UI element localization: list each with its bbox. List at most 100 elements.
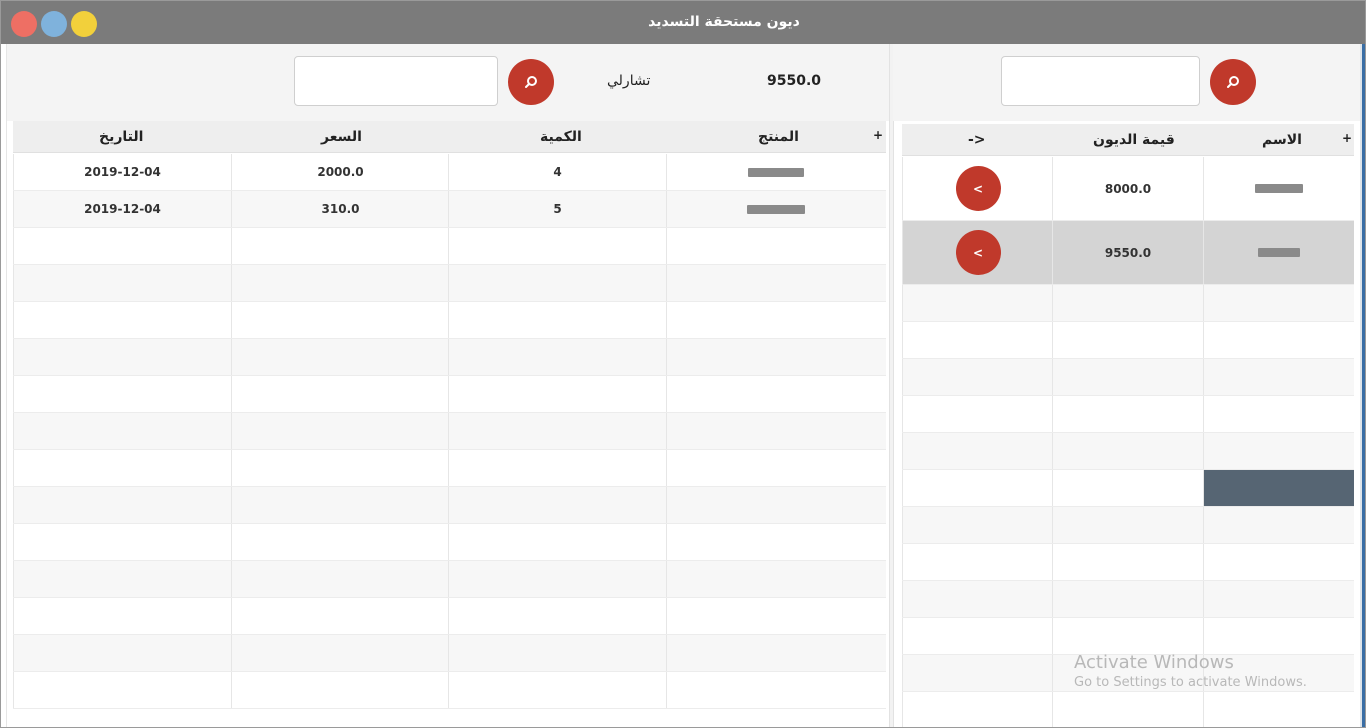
add-column-icon[interactable]: + [873, 128, 883, 142]
panel-divider[interactable] [889, 44, 894, 727]
table-row[interactable] [13, 561, 886, 598]
cell-quantity [448, 524, 666, 560]
customer-row[interactable]: <9550.0 [902, 221, 1354, 285]
open-customer-button[interactable]: < [955, 166, 1001, 211]
table-row[interactable] [13, 376, 886, 413]
column-header-debt-amount[interactable]: قيمة الديون [1093, 132, 1175, 148]
table-row[interactable] [13, 450, 886, 487]
table-row[interactable] [902, 433, 1354, 470]
customers-search-button[interactable] [1210, 59, 1256, 105]
table-row[interactable] [902, 322, 1354, 359]
cell-price [231, 672, 449, 708]
cell-date [13, 413, 231, 449]
cell-quantity [448, 487, 666, 523]
cell-action [902, 359, 1053, 395]
activate-windows-watermark: Activate Windows Go to Settings to activ… [1074, 652, 1307, 690]
column-header-action[interactable]: -> [968, 132, 986, 148]
cell-price [231, 339, 449, 375]
table-row[interactable] [902, 359, 1354, 396]
table-row[interactable] [13, 524, 886, 561]
open-customer-button[interactable]: < [955, 230, 1001, 275]
cell-action [902, 433, 1053, 469]
cell-debt-amount [1052, 359, 1203, 395]
cell-action [902, 285, 1053, 321]
cell-action [902, 507, 1053, 543]
cell-action: < [902, 157, 1053, 220]
table-row[interactable] [13, 339, 886, 376]
cell-product [666, 191, 884, 227]
details-table: التاريخ السعر الكمية المنتج + 2019-12-04… [13, 121, 886, 721]
cell-name [1203, 692, 1354, 727]
title-bar: ديون مستحقة التسديد [1, 1, 1365, 44]
table-row[interactable] [13, 598, 886, 635]
cell-product [666, 376, 884, 412]
cell-quantity [448, 376, 666, 412]
cell-name [1203, 396, 1354, 432]
cell-quantity [448, 450, 666, 486]
table-row[interactable] [902, 544, 1354, 581]
table-row[interactable]: 2019-12-04 310.0 5 [13, 191, 886, 228]
watermark-subtitle: Go to Settings to activate Windows. [1074, 675, 1307, 690]
cell-date [13, 228, 231, 264]
table-row[interactable]: 2019-12-04 2000.0 4 [13, 154, 886, 191]
table-row[interactable] [13, 635, 886, 672]
cell-product [666, 302, 884, 338]
cell-debt-amount [1052, 433, 1203, 469]
table-row[interactable] [13, 413, 886, 450]
details-toolbar: تشارلي 9550.0 [7, 44, 892, 121]
customers-table-header: -> قيمة الديون الاسم + [902, 124, 1354, 156]
watermark-title: Activate Windows [1074, 652, 1234, 673]
cell-action [902, 655, 1053, 691]
details-table-header: التاريخ السعر الكمية المنتج + [13, 121, 886, 153]
cell-date [13, 376, 231, 412]
column-header-product[interactable]: المنتج [758, 129, 799, 145]
table-row[interactable] [13, 228, 886, 265]
cell-name [1203, 507, 1354, 543]
cell-price: 2000.0 [231, 154, 449, 190]
customers-search-input[interactable] [1001, 56, 1200, 106]
redacted-product-name [746, 204, 805, 214]
customers-table: -> قيمة الديون الاسم + <8000.0 <9550.0 [902, 124, 1354, 727]
right-edge [1362, 44, 1365, 727]
window-title: ديون مستحقة التسديد [648, 14, 800, 30]
cell-name [1203, 285, 1354, 321]
column-header-quantity[interactable]: الكمية [540, 129, 582, 145]
table-row[interactable] [13, 672, 886, 709]
cell-price [231, 524, 449, 560]
table-row[interactable] [902, 507, 1354, 544]
cell-price [231, 228, 449, 264]
table-row[interactable] [902, 470, 1354, 507]
table-row[interactable] [902, 396, 1354, 433]
cell-date [13, 598, 231, 634]
cell-name [1203, 322, 1354, 358]
table-row[interactable] [13, 265, 886, 302]
cell-debt-amount [1052, 285, 1203, 321]
cell-date [13, 339, 231, 375]
cell-debt-amount: 9550.0 [1052, 221, 1203, 284]
cell-price [231, 487, 449, 523]
table-row[interactable] [902, 692, 1354, 727]
cell-quantity [448, 413, 666, 449]
table-row[interactable] [902, 618, 1354, 655]
add-column-icon[interactable]: + [1342, 131, 1352, 145]
total-debt-value: 9550.0 [767, 73, 822, 89]
customers-toolbar [893, 44, 1360, 121]
table-row[interactable] [13, 302, 886, 339]
cell-name [1203, 359, 1354, 395]
column-header-date[interactable]: التاريخ [99, 129, 143, 145]
cell-price [231, 635, 449, 671]
details-search-input[interactable] [294, 56, 498, 106]
table-row[interactable] [13, 487, 886, 524]
column-header-price[interactable]: السعر [321, 129, 362, 145]
cell-date: 2019-12-04 [13, 154, 231, 190]
table-row[interactable] [902, 581, 1354, 618]
cell-name [1203, 157, 1354, 220]
cell-price [231, 302, 449, 338]
column-header-name[interactable]: الاسم [1262, 132, 1302, 148]
cell-price [231, 561, 449, 597]
table-row[interactable] [902, 285, 1354, 322]
details-search-button[interactable] [508, 59, 554, 105]
cell-quantity [448, 302, 666, 338]
customer-row[interactable]: <8000.0 [902, 157, 1354, 221]
cell-product [666, 450, 884, 486]
